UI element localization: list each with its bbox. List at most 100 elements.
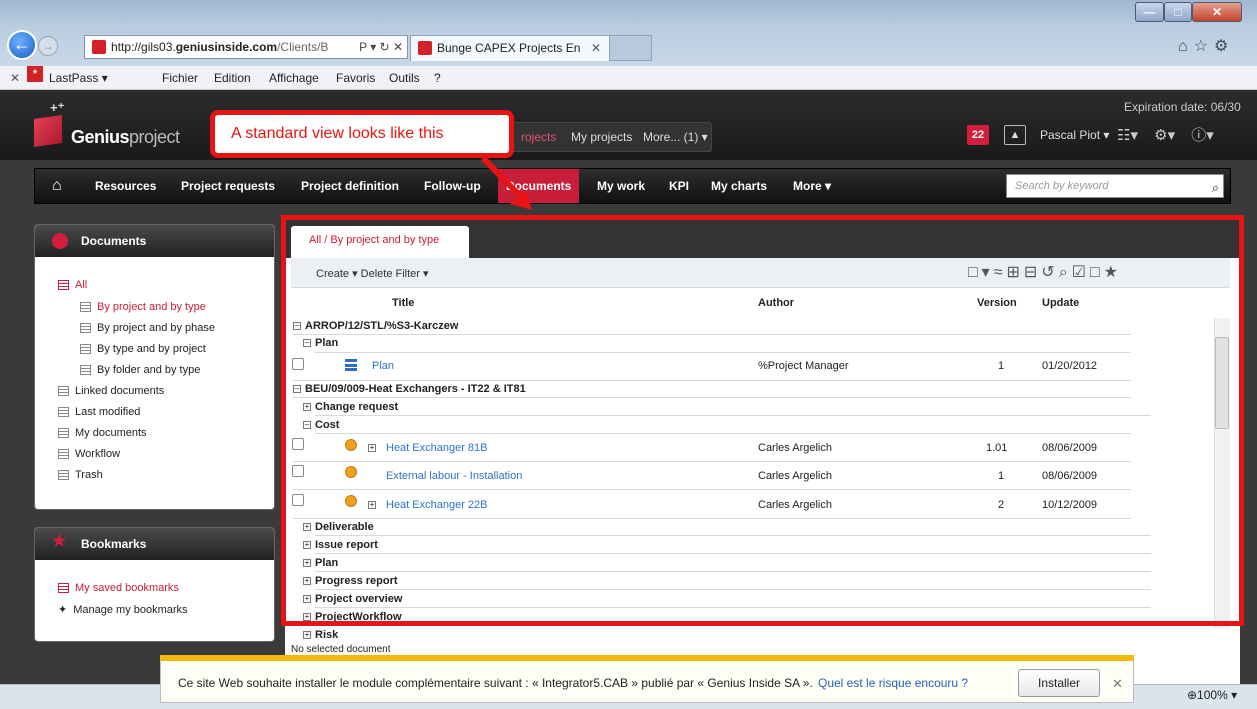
search-input[interactable]: Search by keyword ⌕ [1006,174,1224,198]
group-project-workflow[interactable]: + ProjectWorkflow [303,611,402,623]
my-saved-bookmarks[interactable]: My saved bookmarks [58,582,179,594]
list-icon [58,407,69,418]
expand-icon[interactable]: + [368,441,376,453]
more-projects-dropdown[interactable]: More... (1) ▾ [643,123,708,151]
expand-icon: + [303,558,311,568]
group-project-overview[interactable]: + Project overview [303,593,402,605]
project-selector[interactable]: rojects My projects More... (1) ▾ [490,122,712,152]
scrollbar-thumb[interactable] [1215,337,1229,429]
nav-my-charts[interactable]: My charts [711,169,767,203]
expand-icon[interactable]: + [368,498,376,510]
my-projects-link[interactable]: My projects [571,123,632,151]
row-checkbox[interactable] [292,494,304,506]
doc-view-linked[interactable]: Linked documents [58,385,164,397]
doc-view-label: Trash [75,469,103,481]
risk-info-link[interactable]: Quel est le risque encouru ? [818,676,968,690]
group-beu[interactable]: – BEU/09/009-Heat Exchangers - IT22 & IT8… [293,383,526,395]
new-tab-button[interactable] [610,35,652,61]
logo-bold: Genius [71,127,130,147]
tab-title: Bunge CAPEX Projects En [437,41,581,55]
lastpass-icon: * [27,66,43,82]
doc-view-by-type-project[interactable]: By type and by project [80,343,206,355]
doc-link[interactable]: Heat Exchanger 81B [386,442,488,454]
install-button[interactable]: Installer [1018,669,1100,697]
current-projects-link[interactable]: rojects [521,123,556,151]
doc-link[interactable]: Plan [372,360,394,372]
lastpass-menu[interactable]: LastPass ▾ [49,66,108,90]
doc-update: 08/06/2009 [1042,470,1098,482]
user-icon[interactable]: ▲ [1004,125,1026,145]
doc-link[interactable]: External labour - Installation [386,470,522,482]
search-icon[interactable]: ⌕ [1212,177,1219,199]
create-delete-filter-menu[interactable]: Create ▾ Delete Filter ▾ [316,267,429,280]
user-menu[interactable]: Pascal Piot ▾ [1040,128,1109,142]
tab-close-icon[interactable]: ✕ [591,36,601,60]
address-bar[interactable]: http://gils03.geniusinside.com/Clients/B… [84,35,408,59]
doc-link[interactable]: Heat Exchanger 22B [386,499,488,511]
group-plan-2[interactable]: + Plan [303,557,338,569]
nav-kpi[interactable]: KPI [669,169,689,203]
doc-view-trash[interactable]: Trash [58,469,103,481]
menu-help[interactable]: ? [434,66,441,90]
home-icon[interactable]: ⌂ [52,169,62,203]
group-label: Plan [315,557,339,569]
row-divider [315,535,1151,536]
grid-tool-icons[interactable]: □▾≈⊞⊟↺⌕☑□★ [968,262,1122,282]
doc-view-last-modified[interactable]: Last modified [58,406,140,418]
group-deliverable[interactable]: + Deliverable [303,521,374,533]
nav-project-requests[interactable]: Project requests [181,169,275,203]
group-arrop[interactable]: – ARROP/12/STL/%S3-Karczew [293,320,458,332]
menu-outils[interactable]: Outils [389,66,420,90]
doc-author: %Project Manager [758,360,849,372]
column-author[interactable]: Author [758,297,794,309]
row-divider [315,433,1131,434]
menu-affichage[interactable]: Affichage [269,66,319,90]
doc-view-all[interactable]: All [58,279,87,291]
group-issue-report[interactable]: + Issue report [303,539,378,551]
browser-tab[interactable]: Bunge CAPEX Projects En ✕ [410,35,610,61]
group-progress-report[interactable]: + Progress report [303,575,398,587]
tab-all-by-project-type[interactable]: All / By project and by type [291,226,469,258]
header-tools-icon[interactable]: ☷▾ ⚙▾ ⓘ▾ [1117,124,1214,145]
nav-resources[interactable]: Resources [95,169,156,203]
forward-button[interactable]: → [38,36,58,56]
infobar-close-icon[interactable]: ✕ [1112,676,1123,692]
menu-fichier[interactable]: Fichier [162,66,198,90]
zoom-control[interactable]: ⊕100% ▾ [1187,688,1237,702]
toolbar-close-icon[interactable]: ✕ [10,66,20,90]
home-favorites-settings-icon[interactable]: ⌂☆⚙ [1178,36,1234,56]
notification-badge[interactable]: 22 [967,125,989,145]
tools-icon: ✦ [58,604,68,616]
doc-view-by-folder-type[interactable]: By folder and by type [80,364,200,376]
column-update[interactable]: Update [1042,297,1079,309]
address-controls[interactable]: Ρ ▾ ↻ ✕ [359,36,403,58]
group-change-request[interactable]: + Change request [303,401,398,413]
minimize-button[interactable]: — [1135,2,1164,22]
nav-more[interactable]: More ▾ [793,169,831,203]
documents-panel-title: Documents [81,234,147,248]
doc-view-my-documents[interactable]: My documents [58,427,147,439]
doc-view-by-project-type[interactable]: By project and by type [80,301,206,313]
nav-my-work[interactable]: My work [597,169,645,203]
back-button[interactable]: ← [7,30,37,60]
group-risk[interactable]: + Risk [303,629,338,641]
menu-favoris[interactable]: Favoris [336,66,375,90]
column-title[interactable]: Title [392,297,414,309]
nav-documents[interactable]: Documents [498,169,580,203]
group-cost[interactable]: – Cost [303,419,339,431]
doc-view-by-project-phase[interactable]: By project and by phase [80,322,215,334]
nav-project-definition[interactable]: Project definition [301,169,399,203]
row-checkbox[interactable] [292,438,304,450]
maximize-button[interactable]: □ [1164,2,1192,22]
doc-view-workflow[interactable]: Workflow [58,448,120,460]
menu-edition[interactable]: Edition [214,66,251,90]
column-version[interactable]: Version [977,297,1017,309]
manage-bookmarks[interactable]: ✦ Manage my bookmarks [58,603,188,616]
doc-view-label: By project and by phase [97,322,216,334]
row-checkbox[interactable] [292,358,304,370]
nav-follow-up[interactable]: Follow-up [424,169,481,203]
group-plan[interactable]: – Plan [303,337,338,349]
app-logo[interactable]: Geniusproject [71,127,180,148]
close-window-button[interactable]: ✕ [1192,2,1242,22]
row-checkbox[interactable] [292,465,304,477]
